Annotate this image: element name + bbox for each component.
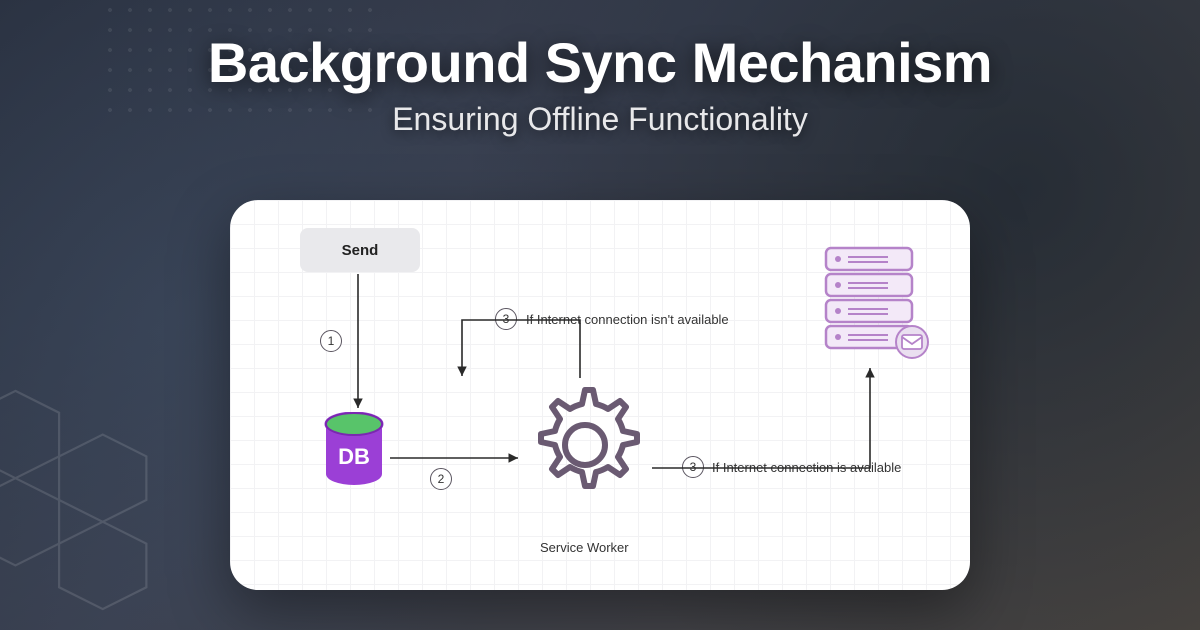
decorative-hexagons [0, 380, 180, 620]
offline-caption: If Internet connection isn't available [526, 312, 729, 327]
service-worker-label: Service Worker [540, 540, 629, 555]
diagram-card: Send DB [230, 200, 970, 590]
step-circle-3-offline: 3 [495, 308, 517, 330]
server-icon [820, 242, 930, 362]
page-title: Background Sync Mechanism [0, 30, 1200, 95]
page-subtitle: Ensuring Offline Functionality [0, 101, 1200, 138]
step-circle-2: 2 [430, 468, 452, 490]
send-button[interactable]: Send [300, 228, 420, 272]
step-3a-number: 3 [503, 312, 510, 326]
online-caption: If Internet connection is available [712, 460, 901, 475]
send-button-label: Send [342, 242, 379, 259]
step-circle-3-online: 3 [682, 456, 704, 478]
database-icon: DB [322, 412, 386, 490]
header: Background Sync Mechanism Ensuring Offli… [0, 0, 1200, 138]
step-3b-number: 3 [690, 460, 697, 474]
mail-icon [896, 326, 928, 358]
step-1-number: 1 [328, 334, 335, 348]
gear-icon [520, 380, 650, 510]
step-2-number: 2 [438, 472, 445, 486]
db-label: DB [338, 444, 370, 469]
step-circle-1: 1 [320, 330, 342, 352]
